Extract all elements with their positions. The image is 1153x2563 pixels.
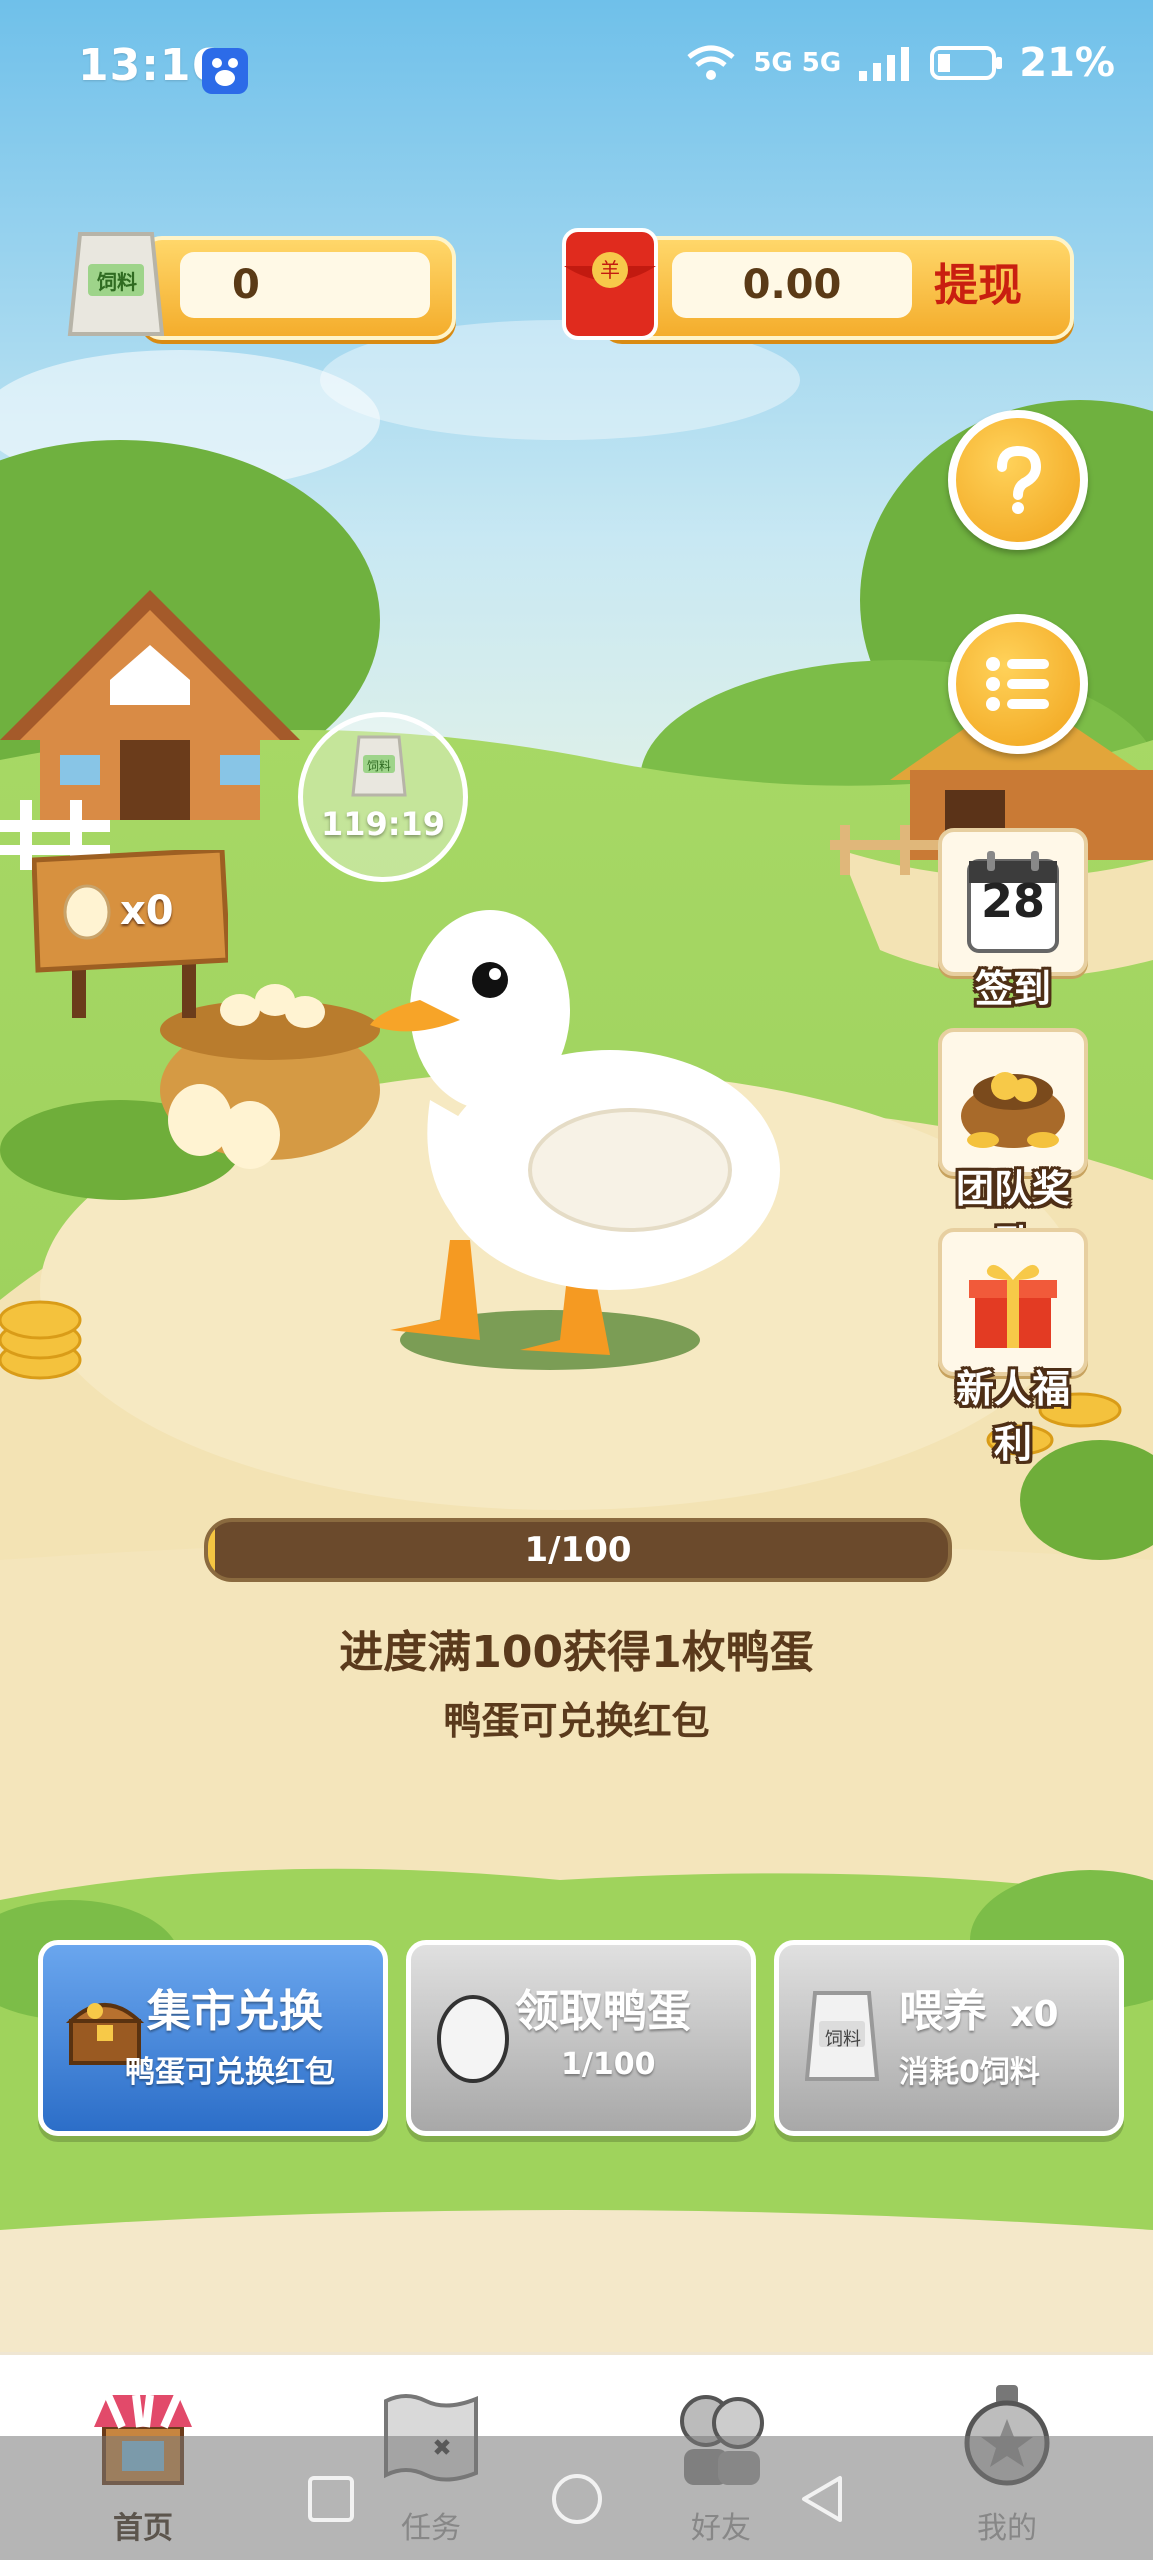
- menu-list-button[interactable]: [948, 614, 1088, 754]
- side-card: [938, 1228, 1088, 1376]
- exchange-hint: 鸭蛋可兑换红包: [443, 1699, 710, 1743]
- status-bar: 13:16 5G 5G 21%: [0, 0, 1153, 140]
- side-card: [938, 1028, 1088, 1176]
- egg-count-sign: x0: [31, 847, 231, 1020]
- feed-count: 0: [180, 252, 430, 318]
- signal-text: 5G 5G: [753, 48, 842, 78]
- red-envelope-icon: 羊: [560, 226, 660, 342]
- egg-icon: [63, 884, 111, 940]
- feed-timer: 119:19: [320, 805, 446, 843]
- system-nav-bar: [0, 2436, 1153, 2560]
- money-counter[interactable]: 0.00 提现: [600, 236, 1074, 340]
- market-exchange-title: 集市兑换: [147, 1986, 323, 2037]
- market-exchange-button[interactable]: 集市兑换 鸭蛋可兑换红包: [38, 1940, 388, 2136]
- side-card: 28: [938, 828, 1088, 976]
- side-item-label: 新人福利: [955, 1367, 1070, 1466]
- side-item-checkin[interactable]: 28 签到: [938, 828, 1088, 1013]
- timer-bag-label: 饲料: [366, 759, 391, 773]
- feed-counter[interactable]: 0: [140, 236, 456, 340]
- calendar-day: 28: [980, 874, 1045, 928]
- back-triangle-icon[interactable]: [796, 2472, 850, 2526]
- list-icon: [986, 657, 1049, 711]
- feed-title-count: x0: [1010, 1994, 1059, 2035]
- collect-egg-button[interactable]: 领取鸭蛋 1/100: [406, 1940, 756, 2136]
- treasure-bag-icon: [961, 1072, 1065, 1148]
- money-amount: 0.00: [672, 252, 912, 318]
- signal-bars-icon: [859, 47, 910, 81]
- egg-count: x0: [120, 888, 174, 934]
- feed-cost: 消耗0饲料: [899, 2055, 1040, 2090]
- feed-bag-label: 饲料: [97, 270, 137, 294]
- battery-percent: 21%: [1019, 40, 1115, 86]
- feed-bag-icon: 饲料: [66, 224, 166, 344]
- battery-icon: [930, 46, 1003, 80]
- help-button[interactable]: [948, 410, 1088, 550]
- duck[interactable]: [370, 900, 790, 1380]
- feed-title: 喂养 x0: [899, 1975, 1059, 2039]
- withdraw-button[interactable]: 提现: [934, 240, 1022, 332]
- market-exchange-subtitle: 鸭蛋可兑换红包: [125, 2055, 335, 2090]
- egg-progress-bar: 1/100: [204, 1518, 952, 1582]
- collect-egg-title: 领取鸭蛋: [515, 1986, 691, 2037]
- recent-apps-icon[interactable]: [306, 2474, 356, 2524]
- side-item-newcomer-benefit[interactable]: 新人福利: [938, 1228, 1088, 1468]
- feed-button[interactable]: 饲料 喂养 x0 消耗0饲料: [774, 1940, 1124, 2136]
- svg-text:羊: 羊: [600, 258, 620, 282]
- collect-egg-progress: 1/100: [561, 2047, 656, 2082]
- side-item-label: 签到: [974, 967, 1051, 1011]
- wifi-icon: [687, 45, 735, 80]
- egg-icon: [437, 1995, 509, 2083]
- progress-text: 1/100: [524, 1530, 632, 1570]
- gift-box-icon: [969, 1264, 1057, 1348]
- progress-hint: 进度满100获得1枚鸭蛋: [339, 1627, 814, 1678]
- feed-button-bag-label: 饲料: [825, 2029, 861, 2050]
- feed-timer-bubble[interactable]: 饲料 119:19: [298, 712, 468, 882]
- home-circle-icon[interactable]: [550, 2472, 604, 2526]
- feed-title-text: 喂养: [899, 1986, 987, 2037]
- baidu-app-icon: [202, 48, 248, 94]
- status-right: 5G 5G 21%: [683, 40, 1115, 86]
- question-icon: [997, 445, 1042, 514]
